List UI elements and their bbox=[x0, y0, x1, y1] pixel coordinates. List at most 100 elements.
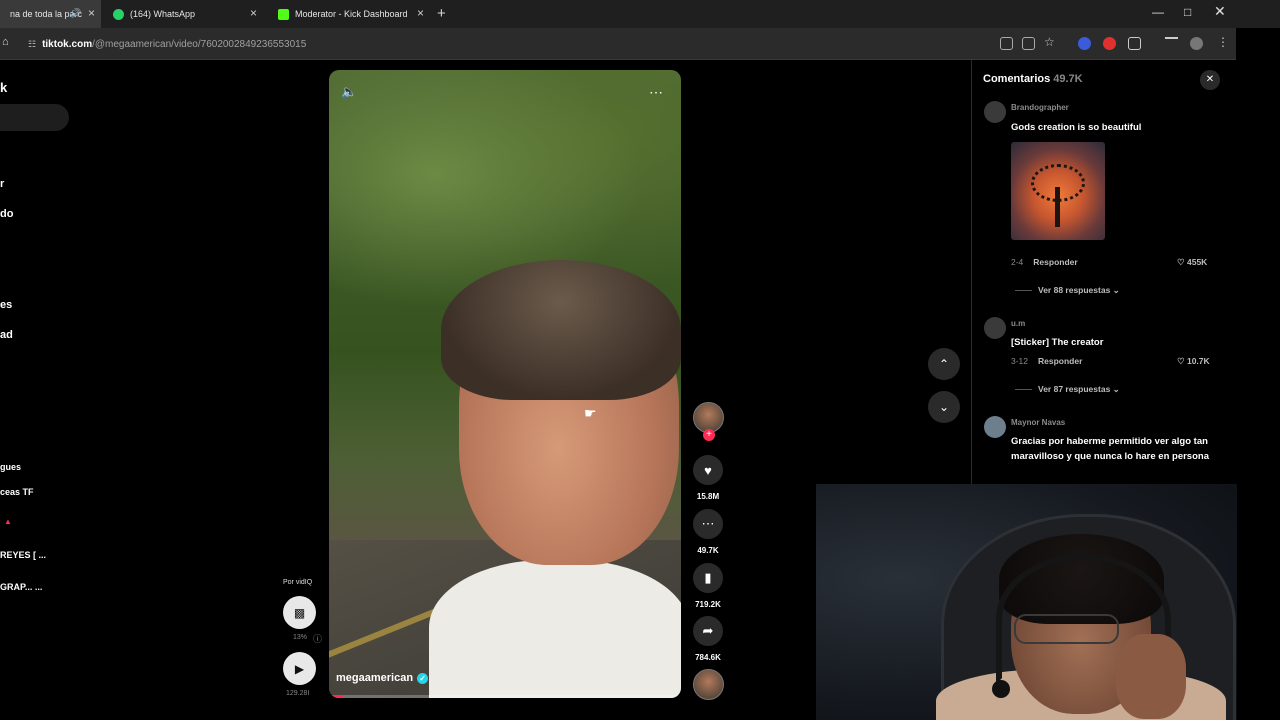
close-icon: ✕ bbox=[1205, 74, 1215, 85]
tab-kick[interactable]: Moderator - Kick Dashboard × bbox=[268, 0, 430, 28]
save-button[interactable]: ▮ bbox=[693, 563, 723, 593]
save-count: 719.2K bbox=[695, 600, 721, 609]
reply-button[interactable]: Responder bbox=[1033, 257, 1077, 267]
close-tab-icon[interactable]: × bbox=[417, 7, 424, 19]
play-button[interactable]: ▶ bbox=[283, 652, 316, 685]
following-account[interactable]: ceas TF bbox=[0, 487, 34, 497]
chevron-up-icon: ⌃ bbox=[938, 357, 950, 371]
url-host: tiktok.com bbox=[42, 38, 93, 50]
avatar[interactable] bbox=[984, 416, 1006, 438]
vidiq-label: Por vidIQ bbox=[283, 579, 313, 586]
like-count: 15.8M bbox=[696, 492, 720, 501]
video-progress-fill bbox=[329, 695, 344, 698]
comment-like-count: 455K bbox=[1186, 257, 1208, 267]
sidebar-item[interactable]: es bbox=[0, 299, 12, 311]
comment-sticker-image[interactable] bbox=[1011, 142, 1105, 240]
reply-button[interactable]: Responder bbox=[1038, 356, 1082, 366]
comment-date: 2-4 bbox=[1011, 257, 1024, 267]
site-info-icon[interactable]: ☷ bbox=[28, 39, 36, 50]
heart-icon: ♥ bbox=[704, 462, 712, 478]
following-account[interactable]: REYES [ ... bbox=[0, 550, 46, 560]
comment-meta: 3-12 Responder bbox=[1011, 356, 1082, 366]
share-arrow-icon: ➦ bbox=[702, 623, 714, 638]
more-options-icon[interactable]: ⋯ bbox=[649, 84, 663, 101]
video-username: megaamerican bbox=[336, 672, 414, 684]
home-icon[interactable]: ⌂ bbox=[2, 36, 9, 48]
kick-icon bbox=[278, 8, 289, 20]
close-tab-icon[interactable]: × bbox=[250, 7, 257, 19]
comment-text: [Sticker] The creator bbox=[1011, 337, 1104, 348]
video-author[interactable]: megaamerican ✓ bbox=[336, 672, 429, 684]
vidiq-stats-button[interactable]: ▩ bbox=[283, 596, 316, 629]
comment-count: 49.7K bbox=[697, 546, 719, 555]
cast-icon[interactable] bbox=[1022, 37, 1035, 50]
glasses bbox=[1014, 614, 1119, 644]
comment-like-button[interactable]: ♡ 455K bbox=[1177, 257, 1207, 268]
video-player[interactable]: 🔈 ⋯ megaamerican ✓ bbox=[329, 70, 681, 698]
follow-plus-icon[interactable]: + bbox=[703, 429, 715, 441]
microphone bbox=[992, 680, 1010, 698]
comment-like-button[interactable]: ♡ 10.7K bbox=[1177, 356, 1210, 367]
comment-date: 3-12 bbox=[1011, 356, 1029, 366]
comment-username[interactable]: Brandographer bbox=[1011, 103, 1069, 112]
comment-button[interactable]: ⋯ bbox=[693, 509, 723, 539]
extension-icon[interactable] bbox=[1103, 37, 1116, 50]
share-count: 784.6K bbox=[695, 653, 721, 662]
like-button[interactable]: ♥ bbox=[693, 455, 723, 485]
tree-trunk bbox=[1055, 187, 1060, 227]
view-replies-label: Ver 87 respuestas bbox=[1038, 384, 1111, 394]
comment-text: Gracias por haberme permitido ver algo t… bbox=[1011, 436, 1209, 462]
media-control-icon[interactable] bbox=[1165, 37, 1178, 50]
comment-username[interactable]: Maynor Navas bbox=[1011, 418, 1065, 427]
verified-badge-icon: ✓ bbox=[417, 672, 429, 684]
view-replies-label: Ver 88 respuestas bbox=[1038, 285, 1111, 295]
video-person-shirt bbox=[429, 560, 681, 698]
profile-avatar[interactable] bbox=[1190, 37, 1203, 50]
sidebar-item[interactable]: ad bbox=[0, 329, 13, 341]
mouse-cursor-icon: ☛ bbox=[584, 405, 597, 421]
share-button[interactable]: ➦ bbox=[693, 616, 723, 646]
maximize-icon[interactable]: □ bbox=[1184, 5, 1191, 19]
tiktok-logo-fragment[interactable]: k bbox=[0, 80, 7, 95]
extensions-puzzle-icon[interactable] bbox=[1128, 37, 1141, 50]
url-field[interactable]: ☷ tiktok.com /@megaamerican/video/760200… bbox=[28, 35, 988, 53]
whatsapp-icon bbox=[113, 8, 124, 20]
tab-whatsapp[interactable]: (164) WhatsApp × bbox=[103, 0, 263, 28]
avatar[interactable] bbox=[984, 317, 1006, 339]
comment-like-count: 10.7K bbox=[1186, 356, 1210, 366]
tab-current[interactable]: na de toda la parc 🔊 × bbox=[0, 0, 101, 28]
minimize-icon[interactable]: — bbox=[1152, 5, 1164, 19]
new-tab-icon[interactable]: + bbox=[437, 5, 446, 22]
webcam-overlay bbox=[816, 484, 1237, 720]
info-icon[interactable]: ⓘ bbox=[313, 632, 322, 645]
comments-header: Comentarios 49.7K bbox=[983, 73, 1083, 85]
comment-username[interactable]: u.m bbox=[1011, 319, 1025, 328]
tab-title: Moderator - Kick Dashboard bbox=[295, 9, 408, 19]
music-disc-avatar[interactable] bbox=[693, 669, 724, 700]
translate-icon[interactable] bbox=[1000, 37, 1013, 50]
browser-tab-bar: na de toda la parc 🔊 × (164) WhatsApp × … bbox=[0, 0, 1280, 28]
comments-count: 49.7K bbox=[1053, 73, 1083, 85]
close-window-icon[interactable]: ✕ bbox=[1214, 3, 1226, 20]
vidiq-count: 129.28I bbox=[286, 690, 310, 697]
following-account[interactable]: GRAP... ... bbox=[0, 582, 42, 592]
comments-panel: Comentarios 49.7K ✕ Brandographer Gods cr… bbox=[971, 60, 1236, 484]
tab-title: (164) WhatsApp bbox=[130, 9, 196, 19]
speaker-icon: 🔊 bbox=[70, 8, 82, 18]
search-input[interactable] bbox=[0, 104, 69, 131]
sidebar-item[interactable]: r bbox=[0, 178, 4, 190]
next-video-button[interactable]: ⌄ bbox=[928, 391, 960, 423]
following-account[interactable]: gues bbox=[0, 462, 21, 472]
sidebar-item[interactable]: do bbox=[0, 208, 13, 220]
avatar[interactable] bbox=[984, 101, 1006, 123]
volume-icon[interactable]: 🔈 bbox=[341, 84, 357, 100]
view-replies-button[interactable]: Ver 88 respuestas ⌄ bbox=[1015, 285, 1120, 296]
close-comments-button[interactable]: ✕ bbox=[1200, 70, 1220, 90]
bookmark-star-icon[interactable]: ☆ bbox=[1044, 35, 1055, 49]
menu-kebab-icon[interactable]: ⋮ bbox=[1217, 35, 1229, 49]
previous-video-button[interactable]: ⌃ bbox=[928, 348, 960, 380]
video-progress-bar[interactable] bbox=[329, 695, 681, 698]
extension-icon[interactable] bbox=[1078, 37, 1091, 50]
close-tab-icon[interactable]: × bbox=[88, 7, 95, 19]
view-replies-button[interactable]: Ver 87 respuestas ⌄ bbox=[1015, 384, 1120, 395]
